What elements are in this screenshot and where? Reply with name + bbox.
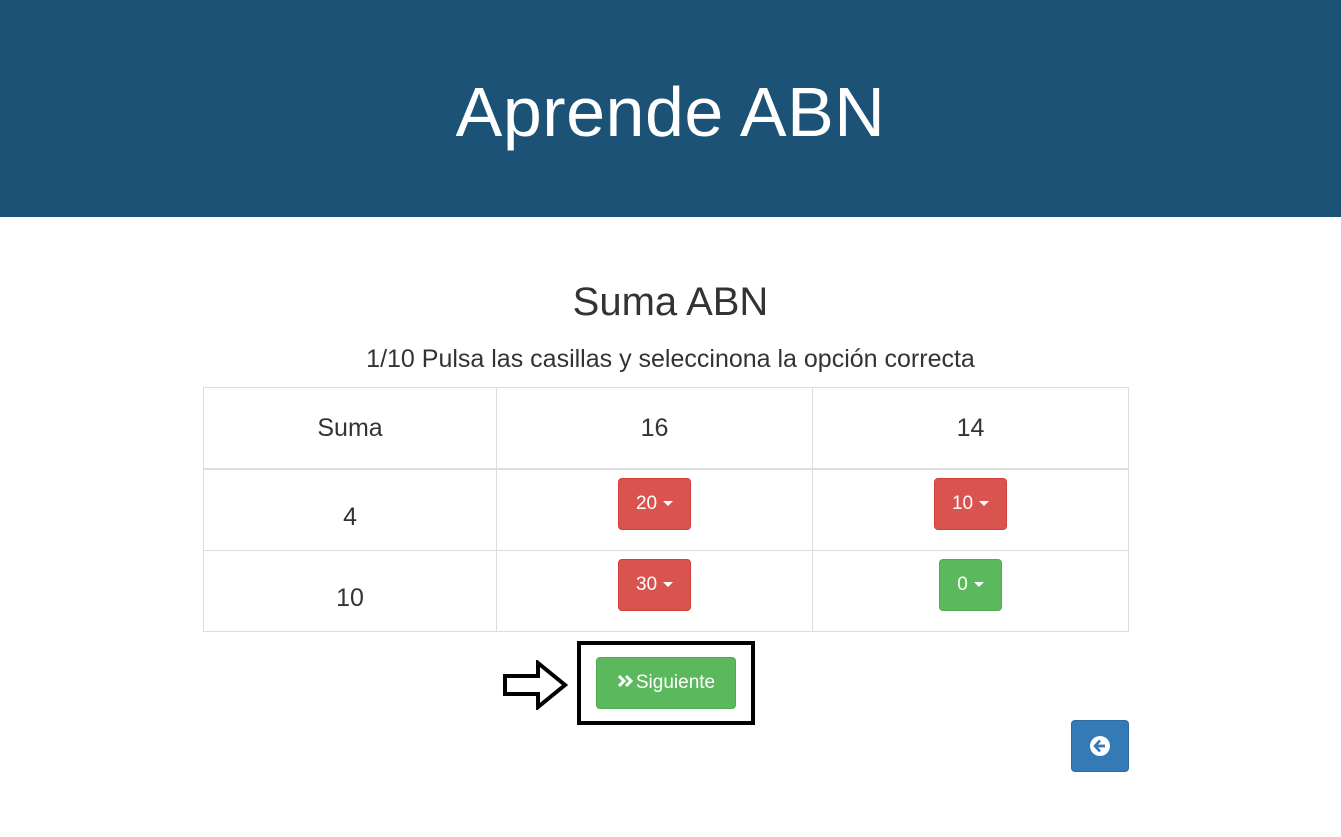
row-label: 4: [202, 468, 498, 551]
answer-dropdown-button[interactable]: 0: [939, 559, 1002, 611]
instructions-text: 1/10 Pulsa las casillas y seleccinona la…: [366, 345, 975, 373]
table-header-cell: 14: [812, 387, 1129, 470]
table-row: 10 30 0: [202, 550, 1129, 632]
answer-dropdown-button[interactable]: 10: [933, 478, 1008, 530]
page-header: Aprende ABN: [0, 0, 1341, 217]
table-header-cell: Suma: [202, 387, 498, 470]
caret-down-icon: [979, 501, 990, 507]
answer-value: 10: [951, 493, 974, 514]
caret-down-icon: [973, 582, 984, 588]
next-button-label: Siguiente: [635, 672, 716, 693]
table-cell: 0: [812, 550, 1129, 632]
answer-value: 30: [635, 574, 658, 595]
answer-value: 20: [635, 493, 658, 514]
answer-dropdown-button[interactable]: 30: [617, 559, 692, 611]
caret-down-icon: [663, 582, 674, 588]
page-title: Suma ABN: [572, 280, 769, 324]
answer-dropdown-button[interactable]: 20: [617, 478, 692, 530]
next-button[interactable]: Siguiente: [596, 657, 736, 709]
back-button[interactable]: [1071, 720, 1129, 772]
app-title: Aprende ABN: [455, 73, 886, 151]
table-row: 4 20 10: [202, 468, 1129, 551]
arrow-right-outline-icon: [503, 660, 568, 710]
table-cell: 30: [496, 550, 814, 632]
table-cell: 20: [496, 468, 814, 551]
arrow-circle-left-icon: [1090, 736, 1110, 756]
answer-value: 0: [957, 574, 968, 595]
sum-table: Suma 16 14 4 20 10 10 30 0: [202, 387, 1129, 632]
table-cell: 10: [812, 468, 1129, 551]
double-chevron-right-icon: [617, 674, 633, 688]
row-label: 10: [202, 550, 498, 632]
table-header-cell: 16: [496, 387, 814, 470]
table-header-row: Suma 16 14: [202, 387, 1129, 470]
caret-down-icon: [663, 501, 674, 507]
